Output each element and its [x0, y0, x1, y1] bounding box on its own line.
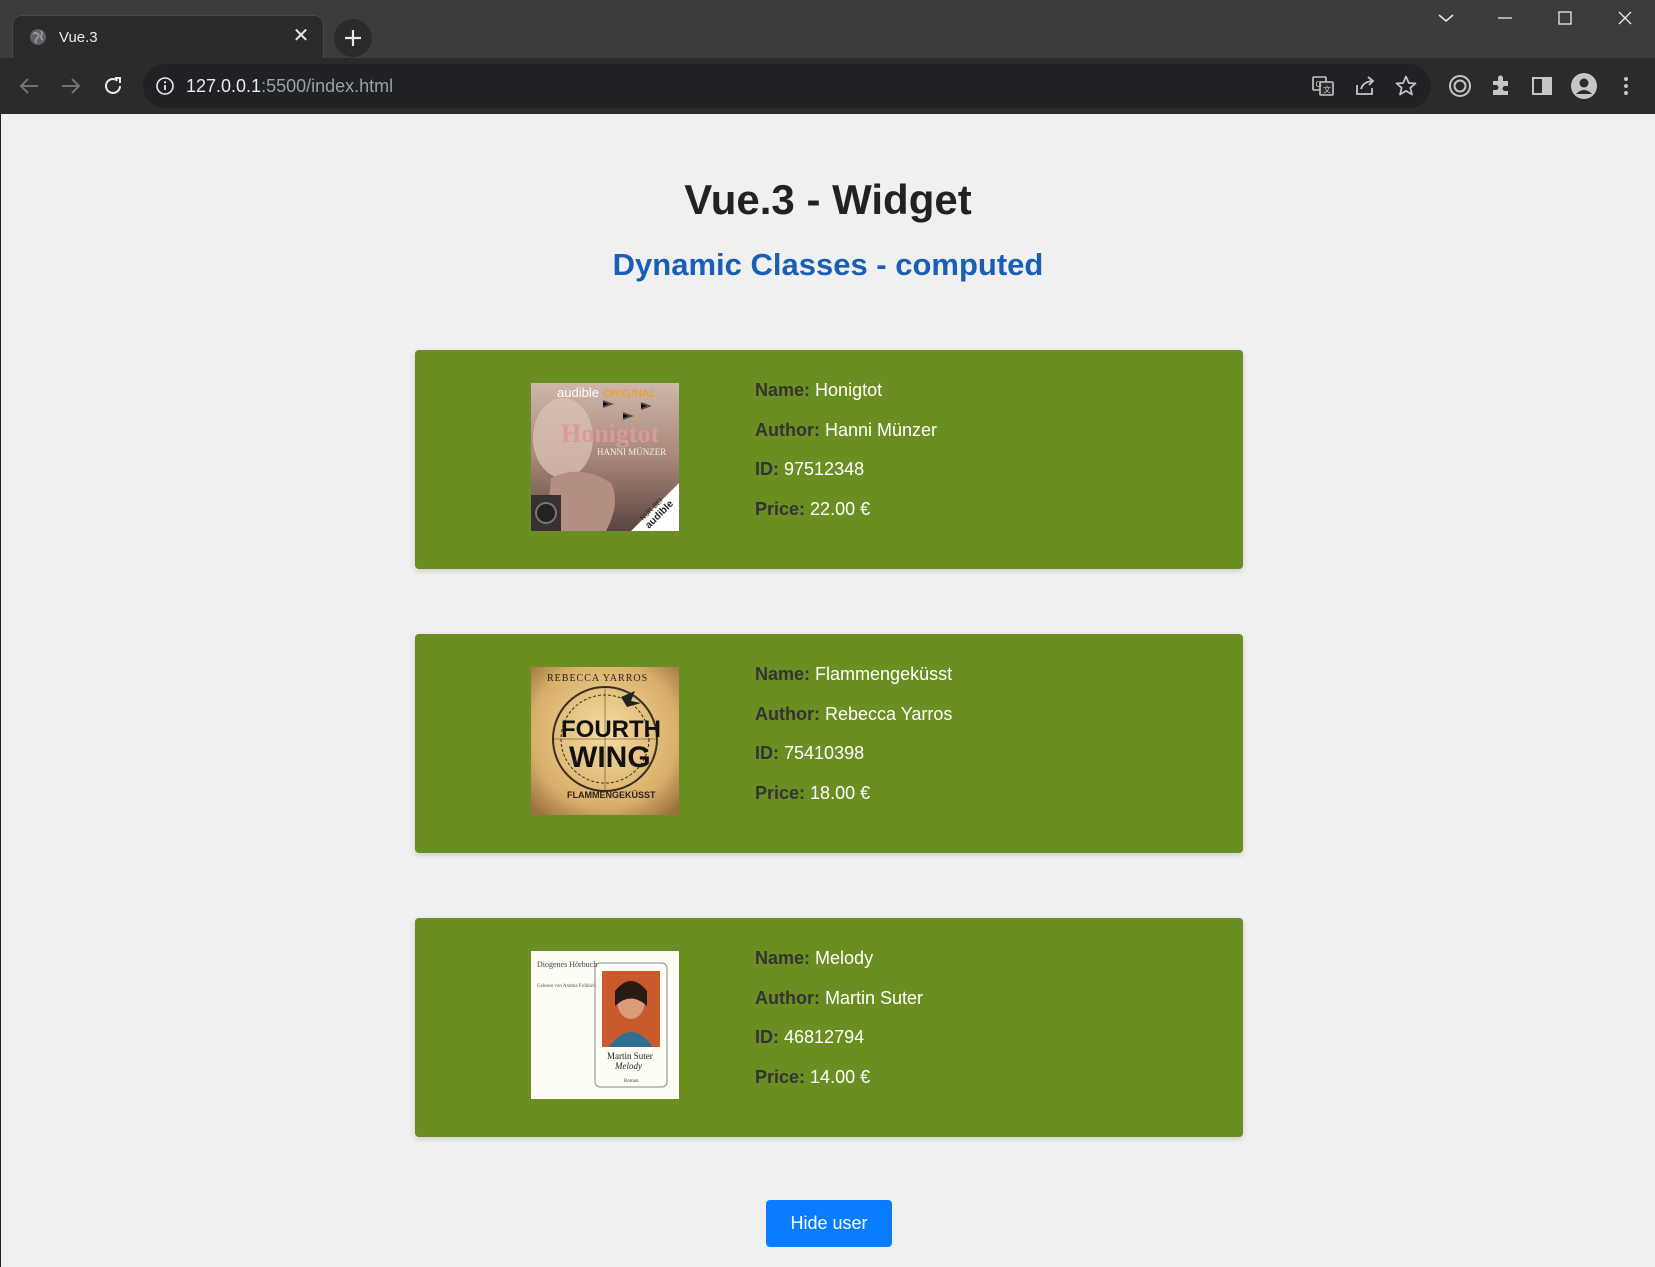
arrow-right-icon	[62, 78, 81, 94]
book-name: Melody	[815, 948, 874, 968]
id-label: ID:	[755, 459, 779, 479]
book-cover-image: REBECCA YARROS FOURTH WING FLAMMENGEKÜSS…	[531, 667, 679, 815]
reload-button[interactable]	[95, 68, 131, 104]
tab-search-button[interactable]	[1416, 0, 1476, 36]
book-author-row: Author: Rebecca Yarros	[755, 702, 952, 742]
book-info: Name: Flammengeküsst Author: Rebecca Yar…	[755, 662, 952, 820]
author-label: Author:	[755, 703, 820, 724]
plus-icon	[345, 30, 361, 46]
book-price: 22.00 €	[810, 498, 871, 519]
side-panel-icon[interactable]	[1528, 72, 1556, 100]
cover-title-top: FOURTH	[561, 716, 661, 743]
svg-text:文: 文	[1323, 85, 1331, 95]
cover-publisher: Diogenes Hörbuch	[537, 960, 597, 969]
book-price-row: Price: 22.00 €	[755, 497, 937, 537]
translate-icon[interactable]: G 文	[1311, 74, 1335, 98]
book-info: Name: Melody Author: Martin Suter ID: 46…	[755, 946, 923, 1104]
cover-reader: Gelesen von Andrea Fröhlich	[537, 984, 596, 989]
price-label: Price:	[755, 498, 806, 519]
book-card: REBECCA YARROS FOURTH WING FLAMMENGEKÜSS…	[415, 634, 1243, 853]
book-card: Diogenes Hörbuch Gelesen von Andrea Fröh…	[415, 918, 1243, 1137]
book-price-row: Price: 14.00 €	[755, 1065, 923, 1105]
book-author: Hanni Münzer	[825, 419, 938, 440]
book-card: audible ORIGINAL Honigtot HANNI MÜNZER N…	[415, 350, 1243, 569]
maximize-icon	[1558, 11, 1572, 25]
puzzle-icon[interactable]	[1487, 72, 1515, 100]
minimize-button[interactable]	[1475, 0, 1535, 36]
extension-target-icon[interactable]	[1446, 72, 1474, 100]
hide-user-button[interactable]: Hide user	[766, 1200, 892, 1247]
book-cover-image: Diogenes Hörbuch Gelesen von Andrea Fröh…	[531, 951, 679, 1099]
maximize-button[interactable]	[1535, 0, 1595, 36]
arrow-left-icon	[19, 78, 38, 94]
minimize-icon	[1498, 17, 1512, 19]
address-bar[interactable]: 127.0.0.1:5500/index.html G 文	[143, 64, 1431, 108]
cover-author: HANNI MÜNZER	[597, 447, 666, 457]
cover-author: Martin Suter	[607, 1051, 653, 1061]
name-label: Name:	[755, 380, 811, 400]
share-icon[interactable]	[1353, 74, 1377, 98]
browser-toolbar: 127.0.0.1:5500/index.html G 文	[0, 58, 1655, 114]
book-author: Rebecca Yarros	[825, 703, 953, 724]
book-author-row: Author: Martin Suter	[755, 986, 923, 1026]
cover-title: Melody	[614, 1061, 642, 1071]
browser-titlebar: Vue.3 ✕	[0, 0, 1655, 58]
cover-title: Honigtot	[561, 419, 660, 448]
book-cover-image: audible ORIGINAL Honigtot HANNI MÜNZER N…	[531, 383, 679, 531]
url-text[interactable]: 127.0.0.1:5500/index.html	[186, 76, 393, 97]
cover-brand-suffix: ORIGINAL	[603, 388, 656, 400]
close-icon	[1618, 11, 1632, 25]
close-window-button[interactable]	[1595, 0, 1655, 36]
browser-tab[interactable]: Vue.3 ✕	[12, 15, 324, 58]
cover-author: REBECCA YARROS	[547, 673, 648, 684]
svg-text:G: G	[1316, 80, 1322, 89]
globe-icon	[30, 29, 46, 45]
url-host: 127.0.0.1	[186, 76, 262, 96]
price-label: Price:	[755, 1066, 806, 1087]
book-id-row: ID: 46812794	[755, 1025, 923, 1065]
book-info: Name: Honigtot Author: Hanni Münzer ID: …	[755, 378, 937, 536]
star-icon[interactable]	[1394, 74, 1418, 98]
book-id-row: ID: 97512348	[755, 457, 937, 497]
author-label: Author:	[755, 987, 820, 1008]
book-name: Flammengeküsst	[815, 664, 953, 684]
book-id: 97512348	[784, 459, 865, 479]
book-name-row: Name: Flammengeküsst	[755, 662, 952, 702]
book-price: 14.00 €	[810, 1066, 871, 1087]
menu-dots-icon[interactable]	[1612, 72, 1640, 100]
book-id: 75410398	[784, 743, 865, 763]
book-price: 18.00 €	[810, 782, 871, 803]
book-name-row: Name: Melody	[755, 946, 923, 986]
page-viewport: Vue.3 - Widget Dynamic Classes - compute…	[1, 114, 1655, 1267]
name-label: Name:	[755, 664, 811, 684]
cover-genre: Roman	[624, 1079, 639, 1084]
name-label: Name:	[755, 948, 811, 968]
info-icon[interactable]	[155, 76, 175, 96]
chevron-down-icon	[1438, 14, 1454, 22]
forward-button[interactable]	[53, 68, 89, 104]
book-name: Honigtot	[815, 380, 883, 400]
book-author-row: Author: Hanni Münzer	[755, 418, 937, 458]
new-tab-button[interactable]	[334, 19, 372, 57]
book-name-row: Name: Honigtot	[755, 378, 937, 418]
profile-avatar-icon[interactable]	[1570, 72, 1598, 100]
id-label: ID:	[755, 743, 779, 763]
page-title: Vue.3 - Widget	[684, 176, 972, 223]
cover-brand: audible	[557, 385, 599, 400]
cover-subtitle: FLAMMENGEKÜSST	[567, 790, 656, 800]
cover-title-bottom: WING	[569, 741, 651, 774]
book-author: Martin Suter	[825, 987, 924, 1008]
book-price-row: Price: 18.00 €	[755, 781, 952, 821]
close-tab-icon[interactable]: ✕	[289, 24, 313, 48]
page-subtitle: Dynamic Classes - computed	[612, 247, 1044, 282]
price-label: Price:	[755, 782, 806, 803]
book-id-row: ID: 75410398	[755, 741, 952, 781]
book-id: 46812794	[784, 1027, 865, 1047]
back-button[interactable]	[11, 68, 47, 104]
reload-icon	[105, 77, 121, 94]
url-path: :5500/index.html	[261, 76, 394, 96]
author-label: Author:	[755, 419, 820, 440]
tab-title: Vue.3	[59, 29, 98, 46]
id-label: ID:	[755, 1027, 779, 1047]
